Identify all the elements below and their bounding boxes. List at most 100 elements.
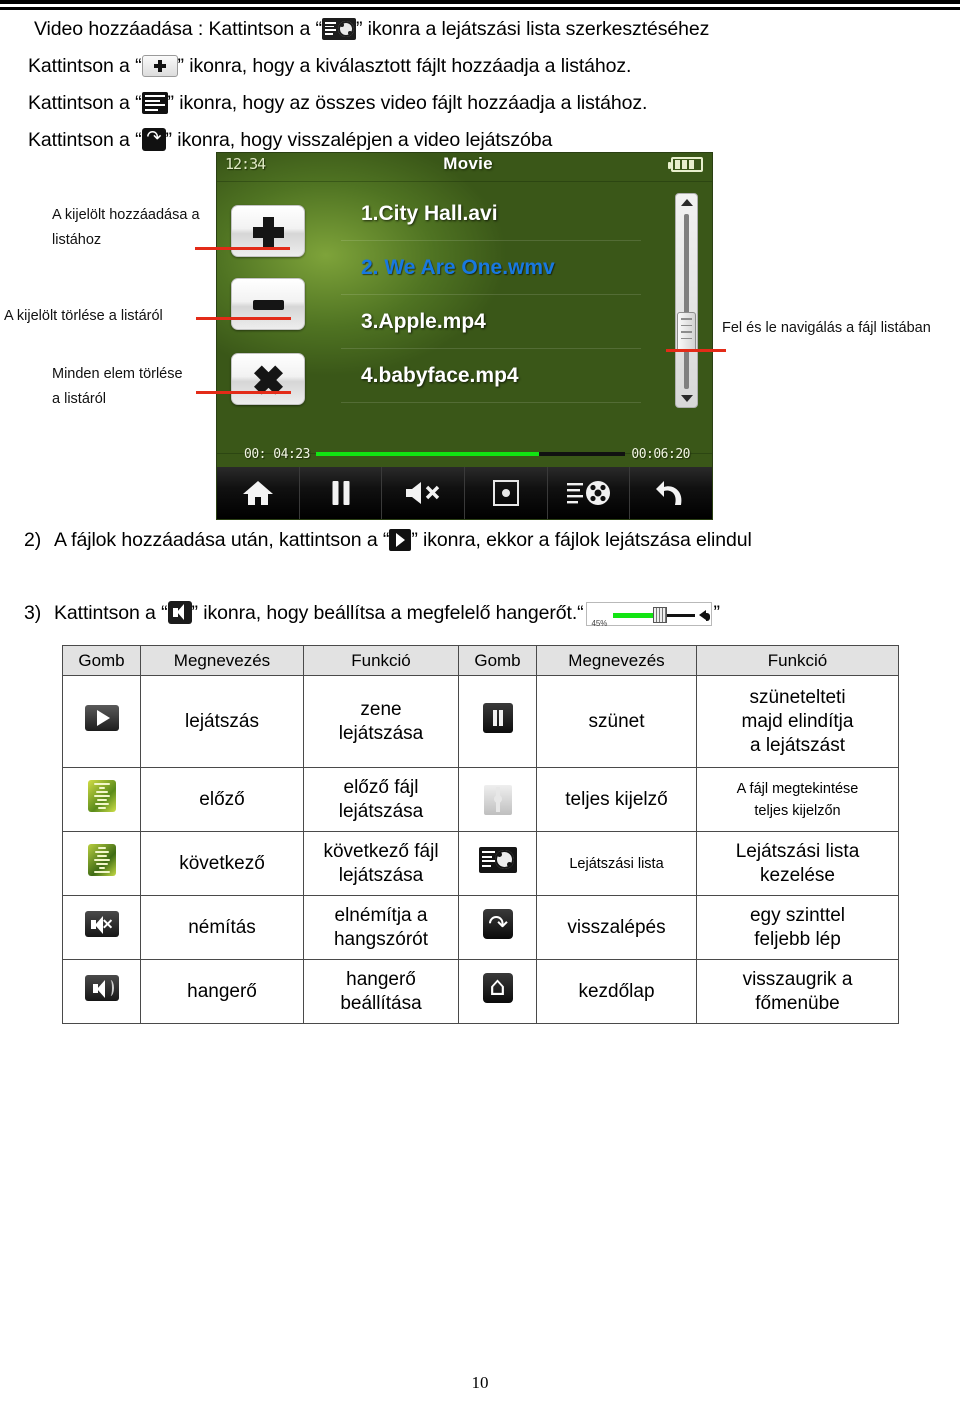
pause-icon <box>482 703 513 733</box>
table-cell-icon <box>458 767 537 832</box>
progress-bar[interactable] <box>315 452 626 456</box>
table-header-gomb-left: Gomb <box>62 645 141 676</box>
callout-remove: A kijelölt törlése a listáról <box>4 304 163 329</box>
callout-add-leader <box>195 247 290 250</box>
scroll-up-icon[interactable] <box>681 199 693 206</box>
toolbar-pause-button[interactable] <box>299 467 383 519</box>
fn-line: hangszórót <box>333 928 428 950</box>
volume-icon <box>167 601 192 624</box>
list-item[interactable]: 3.Apple.mp4 <box>341 295 641 349</box>
step-3-prefix: Kattintson a “ <box>54 602 168 624</box>
toolbar-playlist-button[interactable] <box>547 467 631 519</box>
callout-add: A kijelölt hozzáadása a listához <box>52 203 200 253</box>
table-cell-icon <box>62 767 141 832</box>
table-cell-icon <box>62 831 141 896</box>
remove-selected-button[interactable] <box>231 278 305 330</box>
intro-line-1-suffix: ” ikonra a lejátszási lista szerkesztésé… <box>355 18 710 40</box>
toolbar-home-button[interactable] <box>217 467 300 519</box>
callout-clear-line1: Minden elem törlése <box>52 366 183 382</box>
toolbar-mute-button[interactable] <box>382 467 466 519</box>
fn-line: főmenübe <box>755 992 840 1014</box>
back-icon <box>482 909 513 939</box>
callout-remove-leader <box>196 317 291 320</box>
speaker-icon <box>698 610 710 621</box>
device-clock: 12:34 <box>225 155 266 173</box>
table-cell-name: kezdőlap <box>536 959 697 1024</box>
callout-clear-leader <box>196 391 291 394</box>
toolbar-back-button[interactable] <box>630 467 712 519</box>
device-status-bar: 12:34 Movie <box>217 153 712 175</box>
table-row: hangerő hangerő beállítása kezdőlap viss… <box>62 959 899 1024</box>
playlist-icon-lines <box>324 22 336 36</box>
fn-line: egy szinttel <box>749 904 846 926</box>
battery-icon <box>668 156 703 172</box>
fn-line: következő fájl <box>323 840 439 862</box>
table-row: ✕ némítás elnémítja a hangszórót visszal… <box>62 895 899 960</box>
back-icon <box>656 481 682 505</box>
table-cell-icon <box>458 895 537 960</box>
fn-line: Lejátszási lista <box>735 840 860 862</box>
intro-line-2-suffix: ” ikonra, hogy a kiválasztott fájlt hozz… <box>177 55 632 77</box>
playlist-icon <box>321 18 356 40</box>
volume-icon <box>84 975 119 1001</box>
next-icon <box>87 844 116 876</box>
scroll-down-icon[interactable] <box>681 395 693 402</box>
play-icon <box>389 529 412 551</box>
table-cell-function: hangerő beállítása <box>303 959 459 1024</box>
table-cell-name: hangerő <box>140 959 304 1024</box>
list-item[interactable]: 2. We Are One.wmv <box>341 241 641 295</box>
list-item[interactable]: 1.City Hall.avi <box>341 187 641 241</box>
table-row: következő következő fájl lejátszása Lejá… <box>62 831 899 896</box>
table-cell-function: szünetelteti majd elindítja a lejátszást <box>696 675 899 768</box>
top-rules <box>0 0 960 10</box>
fn-line: feljebb lép <box>754 928 841 950</box>
device-scrollbar[interactable] <box>675 193 698 408</box>
wallpaper-vein <box>217 181 712 182</box>
volume-slider[interactable]: 45% <box>585 602 712 628</box>
scrollbar-track[interactable] <box>684 214 689 389</box>
home-icon <box>242 481 273 505</box>
plus-icon <box>141 55 178 77</box>
table-cell-function: Lejátszási lista kezelése <box>696 831 899 896</box>
table-cell-function: visszaugrik a főmenübe <box>696 959 899 1024</box>
intro-line-2: Kattintson a “ ” ikonra, hogy a kiválaszt… <box>28 51 938 81</box>
home-icon <box>482 971 513 1003</box>
table-cell-icon <box>458 831 537 896</box>
table-row: lejátszás zene lejátszása szünet szünete… <box>62 675 899 768</box>
intro-line-1-prefix: Video hozzáadása : Kattintson a “ <box>34 18 322 40</box>
fn-line: szünetelteti <box>749 686 846 708</box>
fn-line: a lejátszást <box>749 734 846 756</box>
playlist-icon <box>478 847 517 873</box>
fn-line: teljes kijelzőn <box>754 802 841 819</box>
step-2-number: 2) <box>24 529 42 551</box>
pause-icon <box>332 481 349 505</box>
volume-knob[interactable] <box>652 607 667 623</box>
table-cell-name: szünet <box>536 675 697 768</box>
toolbar-fullscreen-button[interactable] <box>465 467 548 519</box>
playlist-icon <box>566 481 610 505</box>
table-header-meg-right: Megnevezés <box>536 645 697 676</box>
step-2: 2) A fájlok hozzáadása után, kattintson a… <box>24 525 752 555</box>
clear-all-button[interactable] <box>231 353 305 405</box>
fn-line: elnémítja a <box>334 904 428 926</box>
callout-add-line1: A kijelölt hozzáadása a <box>52 207 200 223</box>
fn-line: előző fájl <box>343 776 419 798</box>
table-cell-function: zene lejátszása <box>303 675 459 768</box>
table-cell-function: egy szinttel feljebb lép <box>696 895 899 960</box>
add-all-icon-rows <box>144 95 165 113</box>
device-file-list: 1.City Hall.avi 2. We Are One.wmv 3.Appl… <box>341 187 641 403</box>
volume-track-filled <box>612 613 655 618</box>
intro-line-4: Kattintson a “ ” ikonra, hogy visszalépje… <box>28 125 938 155</box>
add-all-icon <box>141 92 168 114</box>
rule-thin <box>0 7 960 10</box>
step-2-prefix: A fájlok hozzáadása után, kattintson a “ <box>54 529 390 551</box>
scrollbar-thumb[interactable] <box>677 312 696 352</box>
table-cell-name: visszalépés <box>536 895 697 960</box>
table-cell-name: előző <box>140 767 304 832</box>
list-item[interactable]: 4.babyface.mp4 <box>341 349 641 403</box>
intro-line-4-suffix: ” ikonra, hogy visszalépjen a video lejá… <box>165 129 553 151</box>
device-screenshot: 12:34 Movie 1.City Hall.avi 2. We Are On… <box>216 152 713 520</box>
table-cell-icon <box>62 675 141 768</box>
callout-scroll-leader <box>666 349 726 352</box>
step-3-quote-open: “ <box>577 602 584 624</box>
